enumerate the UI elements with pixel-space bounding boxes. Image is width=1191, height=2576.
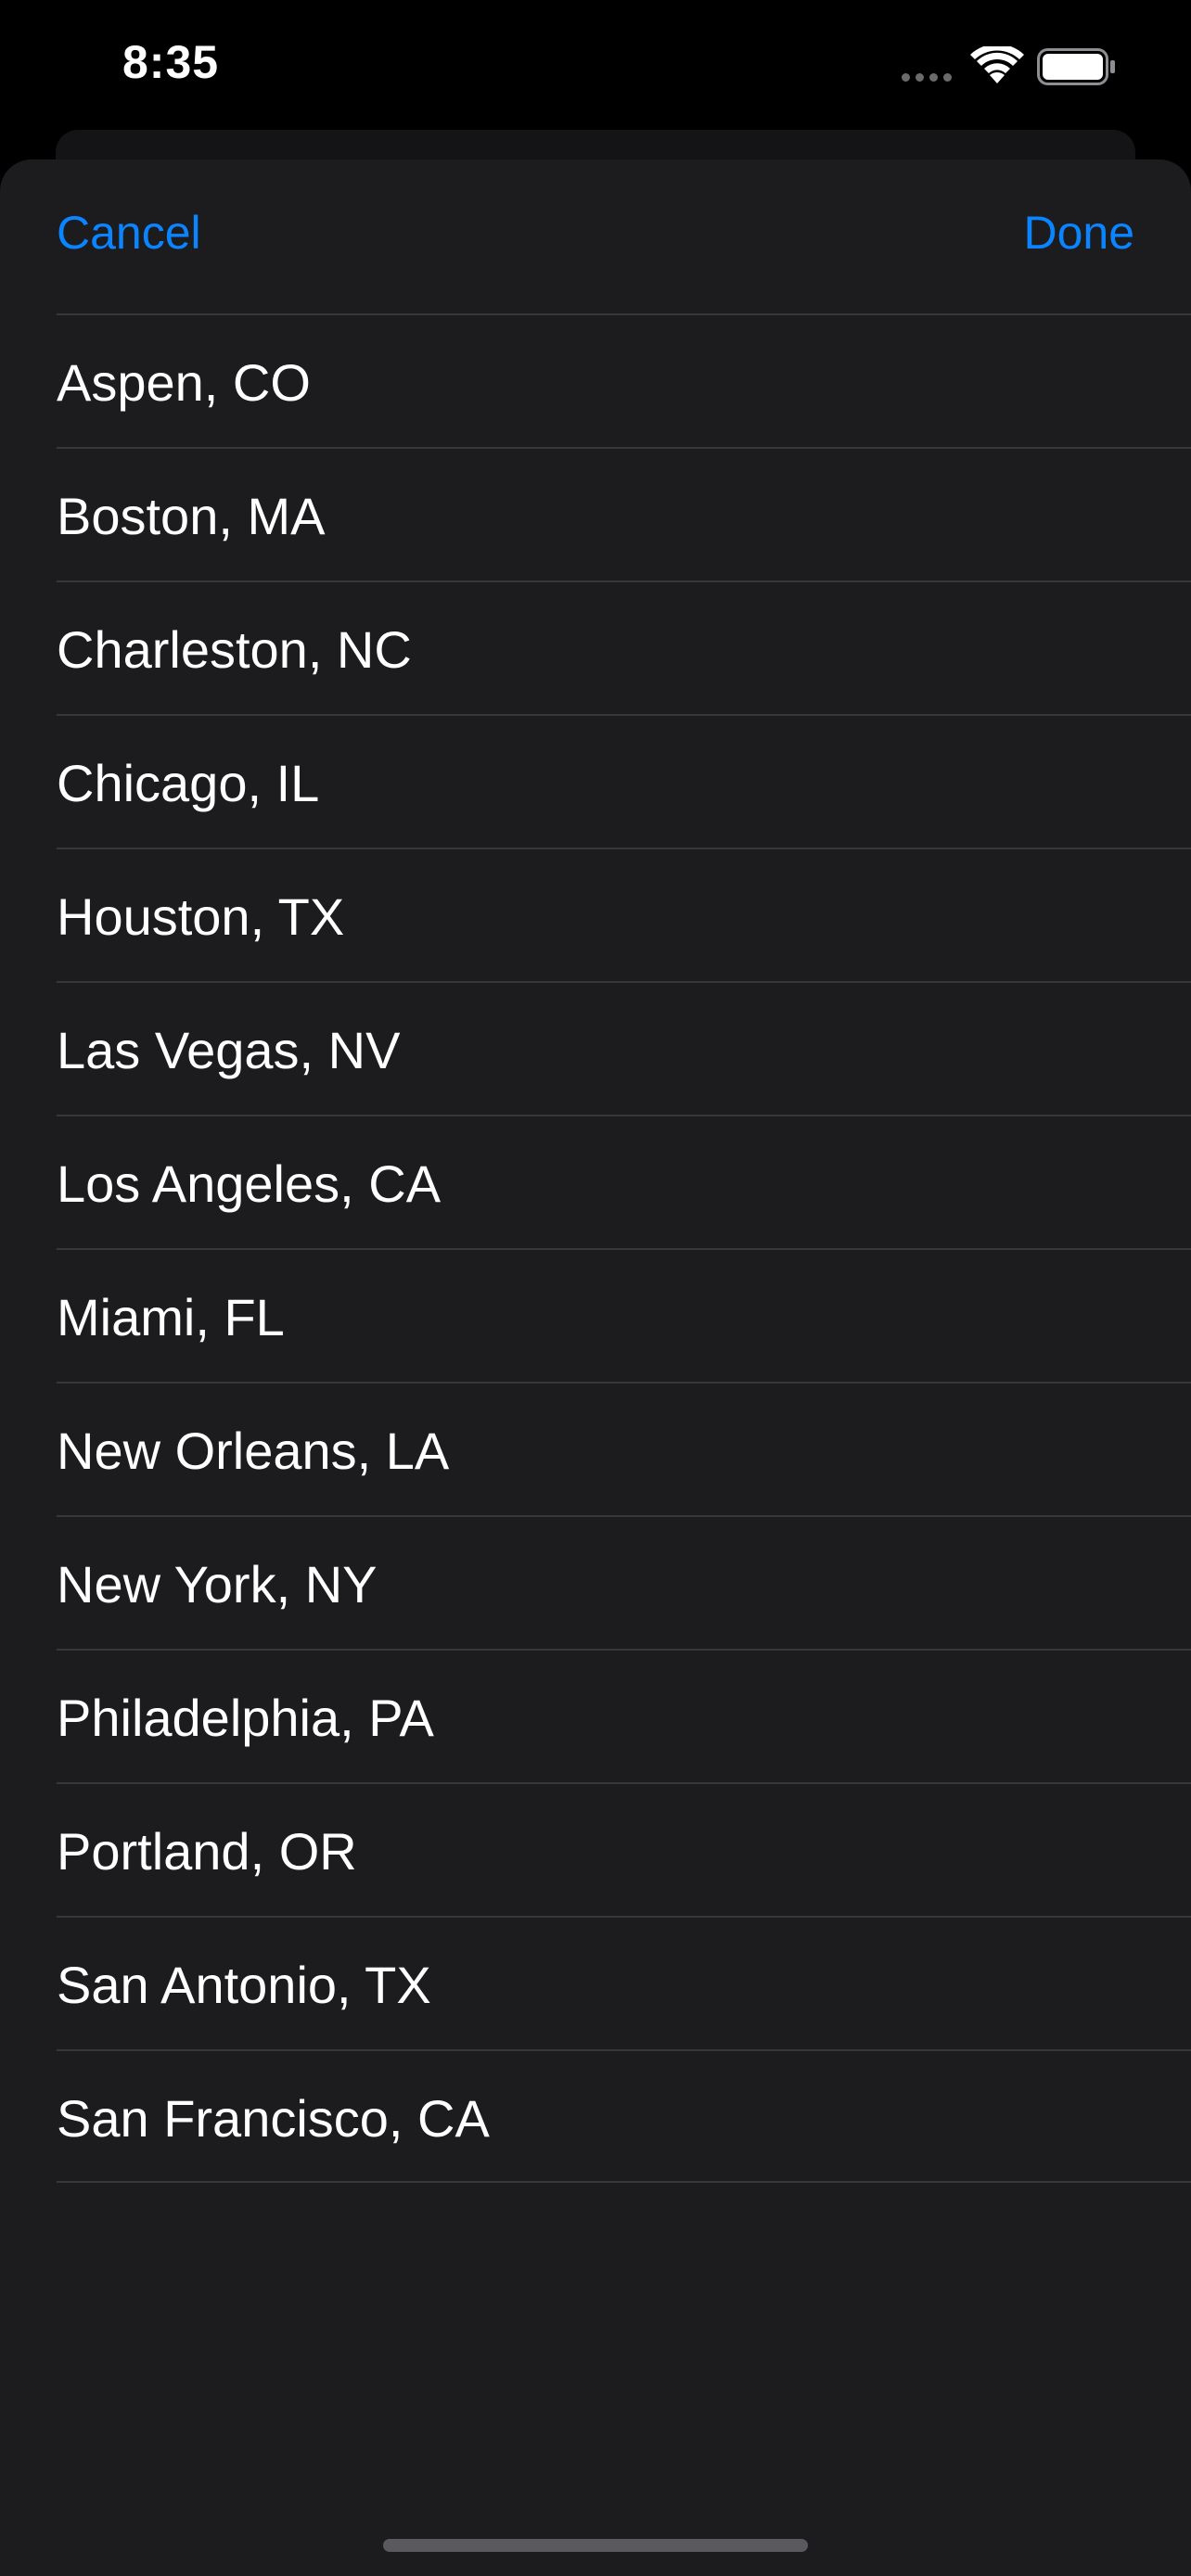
status-time: 8:35 [122, 36, 220, 88]
city-label: Philadelphia, PA [57, 1689, 434, 1747]
list-item[interactable]: Los Angeles, CA [57, 1115, 1191, 1248]
home-indicator[interactable] [383, 2539, 808, 2552]
status-bar: 8:35 [0, 0, 1191, 130]
city-picker-sheet: Cancel Done Aspen, CO Boston, MA Charles… [0, 159, 1191, 2576]
wifi-icon [970, 46, 1024, 83]
city-label: Las Vegas, NV [57, 1021, 401, 1079]
city-label: San Antonio, TX [57, 1956, 431, 2014]
list-item[interactable]: Aspen, CO [57, 313, 1191, 447]
list-item[interactable]: Chicago, IL [57, 714, 1191, 848]
list-item[interactable]: New Orleans, LA [57, 1382, 1191, 1515]
list-item[interactable]: Charleston, NC [57, 580, 1191, 714]
list-item[interactable]: Portland, OR [57, 1782, 1191, 1916]
city-label: Aspen, CO [57, 353, 311, 412]
city-label: Houston, TX [57, 887, 345, 946]
list-item[interactable]: Miami, FL [57, 1248, 1191, 1382]
cellular-signal-icon [902, 73, 952, 82]
list-item[interactable]: Las Vegas, NV [57, 981, 1191, 1115]
city-label: Chicago, IL [57, 754, 320, 812]
city-label: Charleston, NC [57, 620, 412, 679]
city-label: Portland, OR [57, 1822, 357, 1881]
done-button[interactable]: Done [1023, 206, 1134, 260]
city-label: San Francisco, CA [57, 2089, 490, 2148]
list-item[interactable]: San Francisco, CA [57, 2049, 1191, 2183]
city-label: New Orleans, LA [57, 1422, 450, 1480]
list-item[interactable]: New York, NY [57, 1515, 1191, 1649]
city-label: Boston, MA [57, 487, 326, 545]
list-item[interactable]: Philadelphia, PA [57, 1649, 1191, 1782]
battery-icon [1037, 48, 1115, 85]
list-item[interactable]: San Antonio, TX [57, 1916, 1191, 2049]
city-label: Los Angeles, CA [57, 1154, 442, 1213]
list-item[interactable]: Houston, TX [57, 848, 1191, 981]
city-label: New York, NY [57, 1555, 378, 1613]
city-list: Aspen, CO Boston, MA Charleston, NC Chic… [0, 313, 1191, 2183]
cancel-button[interactable]: Cancel [57, 206, 201, 260]
sheet-nav-bar: Cancel Done [0, 159, 1191, 313]
city-label: Miami, FL [57, 1288, 285, 1346]
list-item[interactable]: Boston, MA [57, 447, 1191, 580]
